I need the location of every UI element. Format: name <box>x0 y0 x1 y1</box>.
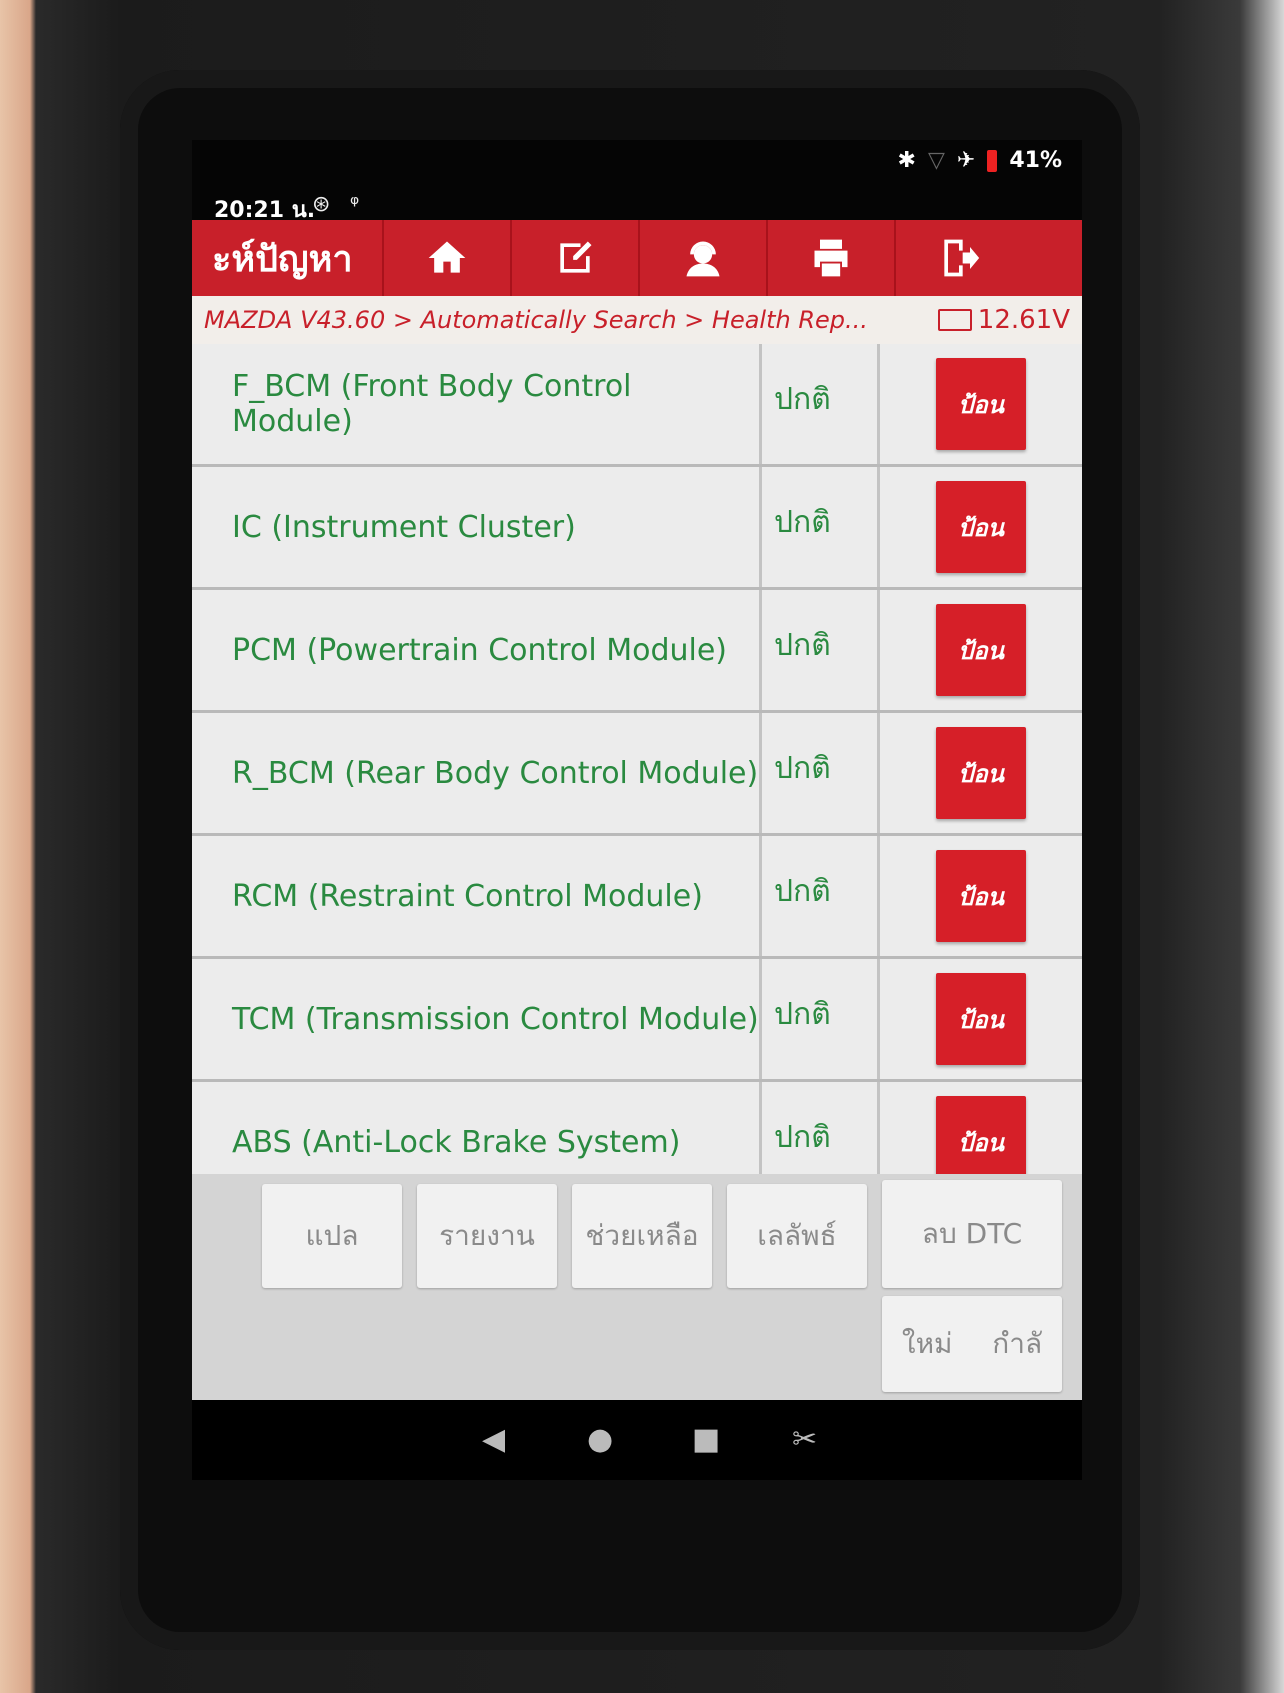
recents-icon[interactable]: ■ <box>692 1422 720 1457</box>
home-button[interactable] <box>382 220 510 296</box>
module-status: ปกติ <box>762 344 880 464</box>
module-row: RCM (Restraint Control Module) ปกติ ป้อน <box>192 836 1082 959</box>
home-nav-icon[interactable]: ● <box>587 1422 613 1457</box>
edit-icon <box>560 241 592 273</box>
exit-button[interactable] <box>894 220 1022 296</box>
clear-dtc-button[interactable]: ลบ DTC <box>882 1180 1062 1288</box>
back-icon[interactable]: ◀ <box>482 1422 505 1457</box>
battery-percent: 41% <box>1009 148 1062 173</box>
status-icons: ✱ ▽ ✈ 41% <box>898 148 1062 173</box>
module-name: RCM (Restraint Control Module) <box>192 836 762 956</box>
enter-button[interactable]: ป้อน <box>936 481 1026 573</box>
stethoscope-icon: ᵠ <box>350 192 360 217</box>
airplane-icon: ✈ <box>956 148 976 173</box>
module-name: TCM (Transmission Control Module) <box>192 959 762 1079</box>
home-icon <box>428 241 466 273</box>
module-name: F_BCM (Front Body Control Module) <box>192 344 762 464</box>
print-button[interactable] <box>766 220 894 296</box>
print-icon <box>814 239 848 277</box>
device-screen: 20:21 น. ⊛ ᵠ ✱ ▽ ✈ 41% ะห์ปัญหา MAZDA V4… <box>192 140 1082 1480</box>
battery-icon <box>987 149 998 172</box>
module-name: PCM (Powertrain Control Module) <box>192 590 762 710</box>
rescan-button[interactable]: ใหม่ กำลั <box>882 1296 1062 1392</box>
edit-button[interactable] <box>510 220 638 296</box>
breadcrumb-path: MAZDA V43.60 > Automatically Search > He… <box>204 306 868 334</box>
module-row: R_BCM (Rear Body Control Module) ปกติ ป้… <box>192 713 1082 836</box>
translate-button[interactable]: แปล <box>262 1184 402 1288</box>
voltage-value: 12.61V <box>977 305 1070 335</box>
exit-icon <box>944 239 980 277</box>
module-row: F_BCM (Front Body Control Module) ปกติ ป… <box>192 344 1082 467</box>
report-button[interactable]: รายงาน <box>417 1184 557 1288</box>
app-header: ะห์ปัญหา <box>192 220 1082 296</box>
module-status: ปกติ <box>762 1082 880 1174</box>
help-button[interactable]: ช่วยเหลือ <box>572 1184 712 1288</box>
module-status: ปกติ <box>762 959 880 1079</box>
module-list: F_BCM (Front Body Control Module) ปกติ ป… <box>192 344 1082 1174</box>
support-icon <box>686 241 720 277</box>
module-row: TCM (Transmission Control Module) ปกติ ป… <box>192 959 1082 1082</box>
module-status: ปกติ <box>762 467 880 587</box>
module-name: ABS (Anti-Lock Brake System) <box>192 1082 762 1174</box>
car-battery-icon <box>937 309 972 331</box>
enter-button[interactable]: ป้อน <box>936 604 1026 696</box>
breadcrumb: MAZDA V43.60 > Automatically Search > He… <box>192 296 1082 344</box>
page-title: ะห์ปัญหา <box>212 238 353 280</box>
rescan-label-history: กำลั <box>992 1327 1043 1360</box>
rescan-label-new: ใหม่ <box>901 1327 953 1360</box>
enter-button[interactable]: ป้อน <box>936 1096 1026 1174</box>
android-nav-bar: ◀ ● ■ ✂ <box>192 1400 1082 1480</box>
enter-button[interactable]: ป้อน <box>936 727 1026 819</box>
module-row: IC (Instrument Cluster) ปกติ ป้อน <box>192 467 1082 590</box>
wifi-icon: ▽ <box>927 148 945 173</box>
module-status: ปกติ <box>762 590 880 710</box>
module-name: R_BCM (Rear Body Control Module) <box>192 713 762 833</box>
voltage-readout: 12.61V <box>937 305 1082 335</box>
module-row: PCM (Powertrain Control Module) ปกติ ป้อ… <box>192 590 1082 713</box>
result-button[interactable]: เลลัพธ์ <box>727 1184 867 1288</box>
module-row: ABS (Anti-Lock Brake System) ปกติ ป้อน <box>192 1082 1082 1174</box>
module-name: IC (Instrument Cluster) <box>192 467 762 587</box>
enter-button[interactable]: ป้อน <box>936 973 1026 1065</box>
accessibility-icon: ⊛ <box>312 192 331 217</box>
module-status: ปกติ <box>762 836 880 956</box>
bluetooth-icon: ✱ <box>897 148 916 173</box>
support-button[interactable] <box>638 220 766 296</box>
status-bar: 20:21 น. ⊛ ᵠ ✱ ▽ ✈ 41% <box>192 140 1082 223</box>
screenshot-icon[interactable]: ✂ <box>792 1422 817 1457</box>
action-bar: แปล รายงาน ช่วยเหลือ เลลัพธ์ ลบ DTC ใหม่… <box>192 1174 1082 1400</box>
enter-button[interactable]: ป้อน <box>936 358 1026 450</box>
module-status: ปกติ <box>762 713 880 833</box>
enter-button[interactable]: ป้อน <box>936 850 1026 942</box>
